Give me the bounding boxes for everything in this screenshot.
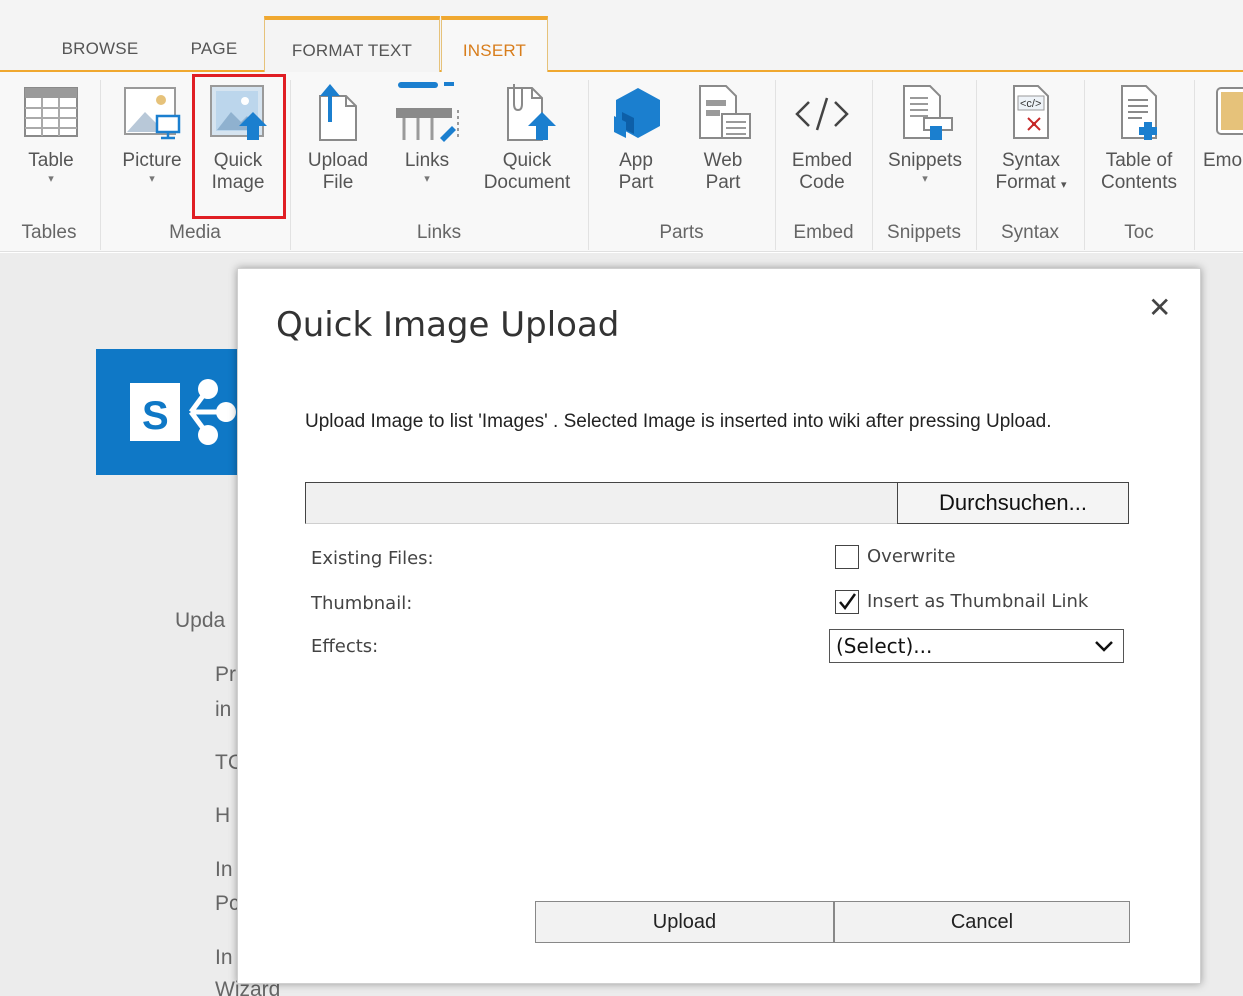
- ribbon-tab-bar: BROWSE PAGE FORMAT TEXT INSERT: [0, 0, 1243, 74]
- chevron-down-icon: [1095, 641, 1113, 652]
- table-of-contents-button[interactable]: Table of Contents: [1094, 82, 1184, 194]
- emoji-button[interactable]: Emo: [1203, 82, 1243, 172]
- tab-format-text[interactable]: FORMAT TEXT: [264, 16, 440, 72]
- quick-document-label-2: Document: [483, 172, 571, 193]
- group-label-media: Media: [169, 222, 221, 243]
- picture-icon: [124, 87, 181, 140]
- page-text: In: [215, 858, 233, 881]
- syntax-format-label-1: Syntax: [1001, 150, 1061, 171]
- upload-file-label-1: Upload: [307, 150, 369, 171]
- close-icon[interactable]: ✕: [1148, 291, 1171, 324]
- upload-file-label-2: File: [322, 172, 354, 193]
- embed-code-label-1: Embed: [791, 150, 853, 171]
- overwrite-checkbox-label: Overwrite: [867, 546, 956, 567]
- table-of-contents-icon: [1121, 85, 1157, 140]
- tab-insert[interactable]: INSERT: [441, 16, 548, 74]
- emoji-label: Emo: [1203, 150, 1243, 171]
- ribbon: Table ▾ Picture ▾ Quick Image Upload Fil…: [0, 72, 1243, 252]
- svg-text:S: S: [142, 394, 169, 438]
- svg-text:<c/>: <c/>: [1020, 98, 1041, 110]
- upload-file-button[interactable]: Upload File: [300, 82, 376, 194]
- chevron-down-icon: ▾: [1060, 179, 1067, 191]
- group-separator: [1194, 80, 1195, 250]
- dialog-description: Upload Image to list 'Images' . Selected…: [305, 411, 1052, 432]
- group-label-syntax: Syntax: [1000, 222, 1060, 243]
- snippets-button[interactable]: Snippets ▾: [882, 82, 968, 186]
- web-part-label-2: Part: [705, 172, 741, 193]
- app-part-label-2: Part: [618, 172, 654, 193]
- effects-select[interactable]: (Select)...: [829, 629, 1124, 663]
- cancel-button[interactable]: Cancel: [834, 901, 1130, 943]
- group-label-links: Links: [416, 222, 462, 243]
- group-label-embed: Embed: [793, 222, 854, 243]
- table-icon: [24, 87, 78, 137]
- page-text: In: [215, 946, 233, 969]
- page-text: Upda: [175, 609, 226, 632]
- links-button[interactable]: Links ▾: [392, 82, 462, 186]
- web-part-button[interactable]: Web Part: [688, 82, 758, 194]
- chevron-down-icon: ▾: [922, 173, 928, 185]
- group-label-toc: Toc: [1124, 222, 1154, 243]
- thumbnail-label: Thumbnail:: [311, 593, 413, 614]
- links-icon: [396, 82, 459, 142]
- upload-file-icon: [319, 84, 357, 141]
- chevron-down-icon: ▾: [424, 173, 430, 185]
- thumbnail-checkbox-label: Insert as Thumbnail Link: [867, 591, 1089, 612]
- chevron-down-icon: ▾: [48, 173, 54, 185]
- group-label-snippets: Snippets: [887, 222, 961, 243]
- embed-code-button[interactable]: Embed Code: [787, 82, 857, 194]
- snippets-icon: [903, 85, 953, 140]
- syntax-icon: <c/>: [1013, 85, 1049, 139]
- links-label: Links: [404, 150, 450, 171]
- file-path-input[interactable]: [305, 482, 897, 524]
- syntax-format-button[interactable]: <c/> Syntax Format ▾: [988, 82, 1074, 196]
- sharepoint-logo: S: [96, 349, 246, 475]
- effects-label: Effects:: [311, 636, 379, 657]
- table-button[interactable]: Table ▾: [20, 82, 82, 186]
- dialog-title: Quick Image Upload: [276, 305, 620, 345]
- app-part-button[interactable]: App Part: [603, 82, 669, 194]
- embed-code-label-2: Code: [799, 172, 845, 193]
- syntax-format-label-text: Format: [995, 172, 1056, 193]
- group-label-tables: Tables: [21, 222, 77, 243]
- syntax-format-label-2: Format ▾: [988, 172, 1074, 196]
- chevron-down-icon: ▾: [149, 173, 155, 185]
- browse-button[interactable]: Durchsuchen...: [897, 482, 1129, 524]
- group-separator: [100, 80, 101, 250]
- quick-document-label-1: Quick: [502, 150, 552, 171]
- existing-files-label: Existing Files:: [311, 548, 434, 569]
- snippets-label: Snippets: [888, 150, 962, 171]
- quick-image-highlight: [192, 74, 286, 219]
- group-label-parts: Parts: [659, 222, 704, 243]
- code-icon: [795, 97, 849, 131]
- picture-label: Picture: [122, 150, 182, 171]
- emoji-icon: [1216, 87, 1243, 135]
- table-of-contents-label-2: Contents: [1100, 172, 1178, 193]
- quick-document-button[interactable]: Quick Document: [476, 82, 578, 194]
- overwrite-checkbox[interactable]: [835, 545, 859, 569]
- sharepoint-icon: S: [130, 379, 236, 445]
- thumbnail-checkbox[interactable]: [835, 590, 859, 614]
- table-of-contents-label-1: Table of: [1105, 150, 1173, 171]
- app-part-icon: [614, 88, 660, 138]
- quick-image-upload-dialog: Quick Image Upload ✕ Upload Image to lis…: [237, 268, 1201, 984]
- tab-browse[interactable]: BROWSE: [40, 28, 160, 70]
- quick-document-icon: [507, 84, 556, 141]
- checkmark-icon: [839, 593, 857, 611]
- page-text: H: [215, 804, 231, 827]
- upload-button[interactable]: Upload: [535, 901, 834, 943]
- page-text: in: [215, 698, 232, 721]
- effects-select-value: (Select)...: [836, 634, 933, 658]
- app-part-label-1: App: [619, 150, 653, 171]
- picture-button[interactable]: Picture ▾: [117, 82, 187, 186]
- table-label: Table: [28, 150, 74, 171]
- page-text: Pr: [215, 663, 236, 686]
- page-text: Pc: [215, 892, 240, 915]
- web-part-label-1: Web: [703, 150, 743, 171]
- web-part-icon: [699, 85, 751, 139]
- tab-page[interactable]: PAGE: [168, 28, 260, 70]
